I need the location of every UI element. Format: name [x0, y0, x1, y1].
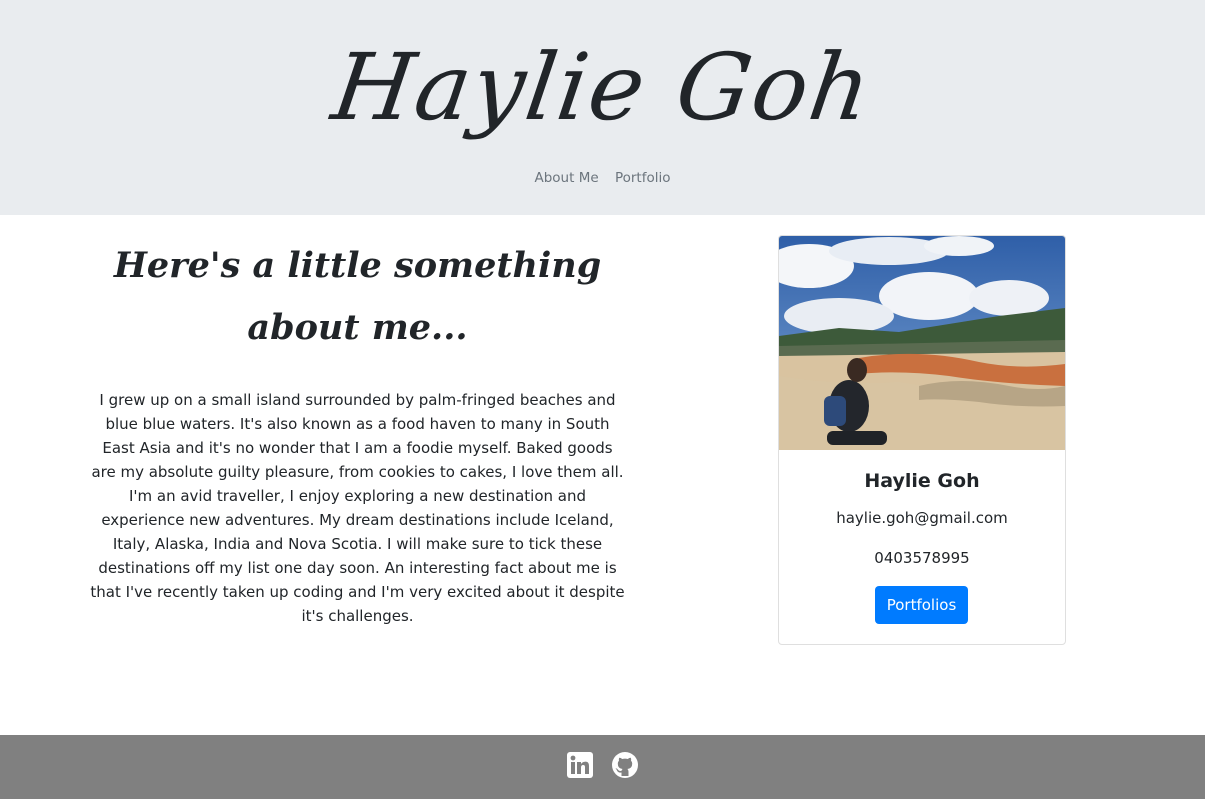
linkedin-icon[interactable]	[566, 751, 594, 779]
nav-link-portfolio[interactable]: Portfolio	[615, 170, 671, 186]
profile-photo	[779, 236, 1065, 450]
portfolios-button[interactable]: Portfolios	[875, 586, 968, 624]
card-email: haylie.goh@gmail.com	[836, 509, 1008, 527]
card-phone: 0403578995	[874, 549, 970, 567]
site-header: Haylie Goh About Me Portfolio	[0, 0, 1205, 215]
social-links	[0, 751, 1205, 779]
about-paragraph: I grew up on a small island surrounded b…	[90, 391, 625, 625]
card-name: Haylie Goh	[864, 470, 980, 492]
site-title: Haylie Goh	[326, 34, 879, 141]
main-nav: About Me Portfolio	[0, 170, 1205, 186]
profile-card: Haylie Goh haylie.goh@gmail.com 04035789…	[778, 235, 1066, 645]
nav-link-about-me[interactable]: About Me	[534, 170, 598, 186]
github-icon[interactable]	[611, 751, 639, 779]
site-footer	[0, 735, 1205, 799]
about-heading: Here's a little something about me...	[113, 245, 602, 348]
